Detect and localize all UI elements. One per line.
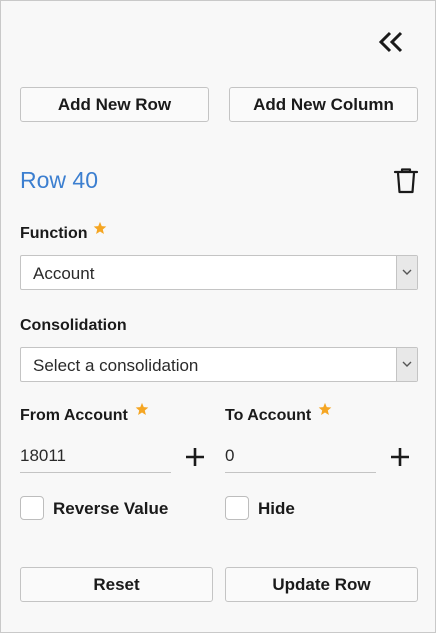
add-new-column-button[interactable]: Add New Column [229, 87, 418, 122]
chevron-down-icon [396, 348, 417, 381]
reverse-value-label: Reverse Value [53, 499, 169, 518]
double-chevron-left-icon [378, 31, 403, 53]
function-select[interactable]: Account [20, 255, 418, 290]
function-label: Function [20, 225, 88, 242]
add-from-account-button[interactable] [184, 446, 206, 468]
update-row-button[interactable]: Update Row [225, 567, 418, 602]
required-star-icon [318, 402, 332, 415]
row-editor-panel: Add New Row Add New Column Row 40 Functi… [0, 0, 436, 633]
required-star-icon [135, 402, 149, 415]
reset-button[interactable]: Reset [20, 567, 213, 602]
to-account-label: To Account [225, 407, 312, 424]
delete-row-button[interactable] [393, 167, 419, 195]
chevron-down-icon [396, 256, 417, 289]
add-new-row-button[interactable]: Add New Row [20, 87, 209, 122]
consolidation-label: Consolidation [20, 317, 127, 334]
hide-label: Hide [258, 499, 295, 518]
from-account-input[interactable]: 18011 [20, 439, 171, 473]
consolidation-select-placeholder: Select a consolidation [33, 356, 199, 375]
required-star-icon [93, 221, 107, 234]
add-to-account-button[interactable] [389, 446, 411, 468]
trash-icon [393, 168, 419, 194]
reverse-value-checkbox[interactable] [20, 496, 44, 520]
row-title: Row 40 [20, 167, 98, 193]
consolidation-select[interactable]: Select a consolidation [20, 347, 418, 382]
hide-checkbox[interactable] [225, 496, 249, 520]
to-account-input[interactable]: 0 [225, 439, 376, 473]
function-select-value: Account [33, 264, 95, 283]
from-account-label: From Account [20, 407, 128, 424]
collapse-panel-button[interactable] [375, 27, 407, 57]
